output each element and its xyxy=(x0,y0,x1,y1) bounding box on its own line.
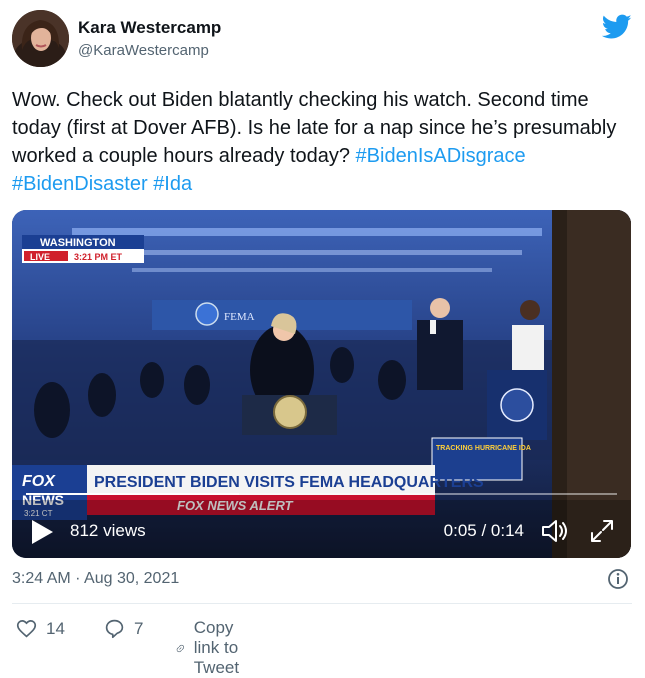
tweet-body: Wow. Check out Biden blatantly checking … xyxy=(12,86,632,198)
author-handle[interactable]: @KaraWestercamp xyxy=(78,41,221,61)
video-progress-fill xyxy=(26,493,239,495)
headline-ticker: PRESIDENT BIDEN VISITS FEMA HEADQUARTERS xyxy=(94,474,484,491)
reply-button[interactable]: 7 xyxy=(104,618,143,639)
tweet-text: Wow. Check out Biden blatantly checking … xyxy=(12,89,622,167)
video-progress-bar[interactable] xyxy=(26,493,617,495)
reply-icon xyxy=(105,619,124,639)
hashtag-link[interactable]: #Ida xyxy=(153,173,192,195)
fema-sign-text: FEMA xyxy=(224,311,255,323)
like-count: 14 xyxy=(46,618,65,638)
copy-link-label: Copy link to Tweet xyxy=(193,618,240,677)
heart-icon xyxy=(16,620,37,638)
like-button[interactable]: 14 xyxy=(16,618,65,639)
live-label: LIVE xyxy=(30,252,50,262)
copy-link-button[interactable]: Copy link to Tweet xyxy=(176,618,251,678)
twitter-bird-icon[interactable] xyxy=(602,14,632,40)
info-icon[interactable] xyxy=(607,568,629,590)
video-timecode: 0:05 / 0:14 xyxy=(443,521,524,540)
avatar[interactable] xyxy=(12,10,69,67)
fox-logo-top: FOX xyxy=(22,473,56,490)
location-label: WASHINGTON xyxy=(40,237,116,249)
author-display-name[interactable]: Kara Westercamp xyxy=(78,18,221,38)
fullscreen-icon[interactable] xyxy=(589,518,615,544)
divider xyxy=(12,603,632,604)
hashtag-link[interactable]: #BidenDisaster xyxy=(12,173,148,195)
reply-count: 7 xyxy=(134,618,144,638)
tracking-label: TRACKING HURRICANE IDA xyxy=(436,445,531,452)
tweet-timestamp[interactable]: 3:24 AM · Aug 30, 2021 xyxy=(12,570,179,588)
hashtag-link[interactable]: #BidenIsADisgrace xyxy=(356,145,526,167)
tweet-header: Kara Westercamp @KaraWestercamp xyxy=(12,10,632,70)
volume-icon[interactable] xyxy=(541,518,569,544)
video-frame: FEMA WASHINGTON LIVE 3:21 PM ET TRACKING… xyxy=(12,210,631,558)
broadcast-time: 3:21 PM ET xyxy=(74,252,123,262)
video-player[interactable]: FEMA WASHINGTON LIVE 3:21 PM ET TRACKING… xyxy=(12,210,631,558)
view-count: 812 views xyxy=(70,521,146,540)
link-icon xyxy=(176,644,184,652)
play-icon[interactable] xyxy=(30,519,54,545)
